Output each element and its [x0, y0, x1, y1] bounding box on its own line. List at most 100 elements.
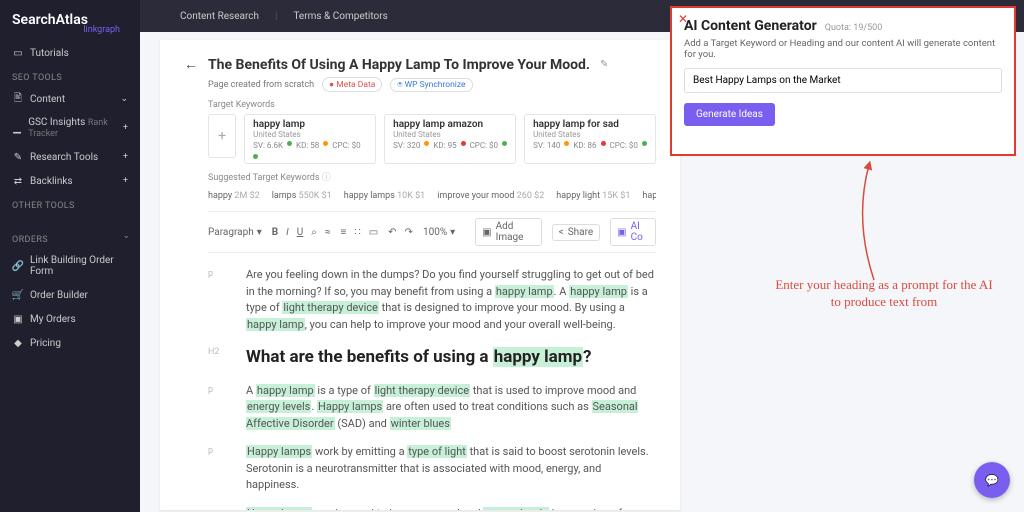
ai-quota-label: Quota: 19/500 [825, 23, 883, 33]
logo: SearchAtlas linkgraph [0, 8, 140, 41]
page-title: The Benefits Of Using A Happy Lamp To Im… [208, 57, 590, 73]
annotation-arrow [834, 160, 894, 290]
block-tag: p [208, 444, 228, 494]
chevron-down-icon: ⌄ [122, 231, 130, 241]
code-button[interactable]: ≈ [325, 227, 331, 238]
keyword-card[interactable]: happy lamp United States SV: 6.6KKD: 58C… [244, 114, 376, 164]
block-tag: p [208, 383, 228, 433]
sidebar-item-label: Order Builder [30, 290, 88, 301]
plus-icon: + [123, 152, 128, 162]
sidebar-item-label: Tutorials [30, 48, 69, 59]
annotation-text: Enter your heading as a prompt for the A… [774, 277, 994, 311]
paragraph: Happy lamps work by emitting a type of l… [246, 444, 656, 494]
share-button[interactable]: <Share [552, 224, 601, 241]
ai-prompt-input[interactable] [684, 68, 1002, 93]
ai-content-generator-panel: ✕ AI Content Generator Quota: 19/500 Add … [670, 6, 1016, 156]
chevron-down-icon: ⌄ [120, 94, 128, 104]
sidebar-item-content[interactable]: 🖹 Content ⌄ [0, 87, 140, 111]
editor-body[interactable]: p Are you feeling down in the dumps? Do y… [208, 267, 656, 510]
sidebar-item-label: Research Tools [30, 152, 98, 163]
paragraph: Are you feeling down in the dumps? Do yo… [246, 267, 656, 333]
link-icon: 🔗 [12, 260, 24, 272]
paragraph-select[interactable]: Paragraph ▾ [208, 227, 262, 238]
bold-button[interactable]: B [272, 227, 278, 238]
suggested-keywords-label: Suggested Target Keywords ⓘ [208, 170, 656, 183]
plus-icon: + [123, 176, 128, 186]
sidebar-item-tutorials[interactable]: ▭ Tutorials [0, 41, 140, 65]
suggested-keywords-row: happy 2M $2 lamps 550K $1 happy lamps 10… [208, 191, 656, 201]
wp-sync-badge[interactable]: ⍟ WP Synchronize [390, 78, 472, 92]
ai-content-button[interactable]: ▣ AI Co [610, 218, 656, 246]
block-tag: p [208, 267, 228, 333]
image-icon: ▣ [482, 227, 491, 238]
sidebar-item-orderbuilder[interactable]: 🛒 Order Builder [0, 283, 140, 307]
editor-toolbar: Paragraph ▾ B I U ⌕ ≈ ≡ ∷ ▭ ↶ ↷ 100% ▾ ▣… [208, 211, 656, 253]
sidebar-section-other: OTHER TOOLS [0, 193, 140, 215]
block-tag: H2 [208, 345, 228, 371]
undo-button[interactable]: ↶ [388, 227, 396, 238]
meta-data-badge[interactable]: ● Meta Data [322, 77, 382, 92]
chat-icon: 💬 [985, 474, 999, 487]
keyword-card[interactable]: happy lamp amazon United States SV: 320K… [384, 114, 516, 164]
cart-icon: 🛒 [12, 289, 24, 301]
sidebar-section-seo: SEO TOOLS [0, 65, 140, 87]
suggested-keyword[interactable]: happy lamps 10K $1 [344, 191, 425, 201]
link-button[interactable]: ⌕ [311, 227, 317, 238]
page-created-label: Page created from scratch [208, 80, 314, 90]
sidebar-item-label: Content [30, 94, 65, 105]
plus-icon: + [123, 123, 128, 133]
sidebar-item-label: My Orders [30, 314, 76, 325]
info-icon[interactable]: ⓘ [322, 173, 331, 183]
sidebar-item-gsc[interactable]: ▁ GSC Insights Rank Tracker + [0, 111, 140, 145]
box-icon: ▣ [12, 313, 24, 325]
add-image-button[interactable]: ▣Add Image [475, 218, 541, 246]
list-ol-button[interactable]: ≡ [341, 227, 347, 238]
list-ul-button[interactable]: ∷ [354, 227, 360, 238]
block-tag: p [208, 506, 228, 511]
sidebar-item-label: Pricing [30, 338, 61, 349]
target-keywords-label: Target Keywords [208, 100, 656, 110]
wrench-icon: ✎ [12, 151, 24, 163]
sidebar-item-label: GSC Insights Rank Tracker [28, 117, 123, 139]
sidebar-section-orders: ORDERS [0, 227, 140, 249]
back-arrow-icon[interactable]: ← [184, 56, 198, 73]
doc-icon: 🖹 [12, 93, 24, 105]
paragraph: Happy lamps can be used to improve mood … [246, 506, 656, 511]
sidebar: SearchAtlas linkgraph ▭ Tutorials SEO TOO… [0, 0, 140, 512]
tag-icon: ◆ [12, 337, 24, 349]
sidebar-item-linkbuild[interactable]: 🔗 Link Building Order Form [0, 249, 140, 283]
keyword-card[interactable]: happy lamp for sad United States SV: 140… [524, 114, 656, 164]
suggested-keyword[interactable]: improve your mood 260 $2 [437, 191, 544, 201]
italic-button[interactable]: I [286, 227, 289, 238]
divider: | [275, 11, 277, 22]
generate-ideas-button[interactable]: Generate Ideas [684, 103, 775, 126]
zoom-select[interactable]: 100% ▾ [423, 227, 455, 238]
redo-button[interactable]: ↷ [405, 227, 413, 238]
heading-2: What are the benefits of using a happy l… [246, 345, 656, 371]
sidebar-item-myorders[interactable]: ▣ My Orders [0, 307, 140, 331]
sidebar-item-label: Link Building Order Form [30, 255, 128, 277]
chart-icon: ▁ [12, 122, 22, 134]
ai-panel-title: AI Content Generator [684, 18, 817, 34]
sidebar-item-backlinks[interactable]: ⇄ Backlinks + [0, 169, 140, 193]
sidebar-item-research[interactable]: ✎ Research Tools + [0, 145, 140, 169]
link-icon: ⇄ [12, 175, 24, 187]
editor-canvas: ← The Benefits Of Using A Happy Lamp To … [160, 40, 680, 510]
suggested-keyword[interactable]: happy 2M $2 [208, 191, 260, 201]
suggested-keyword[interactable]: happy light amz [642, 191, 656, 201]
tab-terms-competitors[interactable]: Terms & Competitors [293, 11, 387, 22]
suggested-keyword[interactable]: lamps 550K $1 [272, 191, 332, 201]
book-icon: ▭ [12, 47, 24, 59]
sidebar-item-label: Backlinks [30, 176, 73, 187]
edit-icon[interactable]: ✎ [600, 59, 608, 70]
add-keyword-button[interactable]: + [208, 114, 236, 158]
quote-button[interactable]: ▭ [369, 227, 378, 238]
chat-fab[interactable]: 💬 [974, 462, 1010, 498]
tab-content-research[interactable]: Content Research [180, 11, 259, 22]
paragraph: A happy lamp is a type of light therapy … [246, 383, 656, 433]
underline-button[interactable]: U [297, 227, 303, 238]
sidebar-item-pricing[interactable]: ◆ Pricing [0, 331, 140, 355]
close-icon[interactable]: ✕ [678, 12, 688, 26]
suggested-keyword[interactable]: happy light 15K $1 [556, 191, 630, 201]
ai-panel-subtitle: Add a Target Keyword or Heading and our … [684, 38, 1002, 60]
